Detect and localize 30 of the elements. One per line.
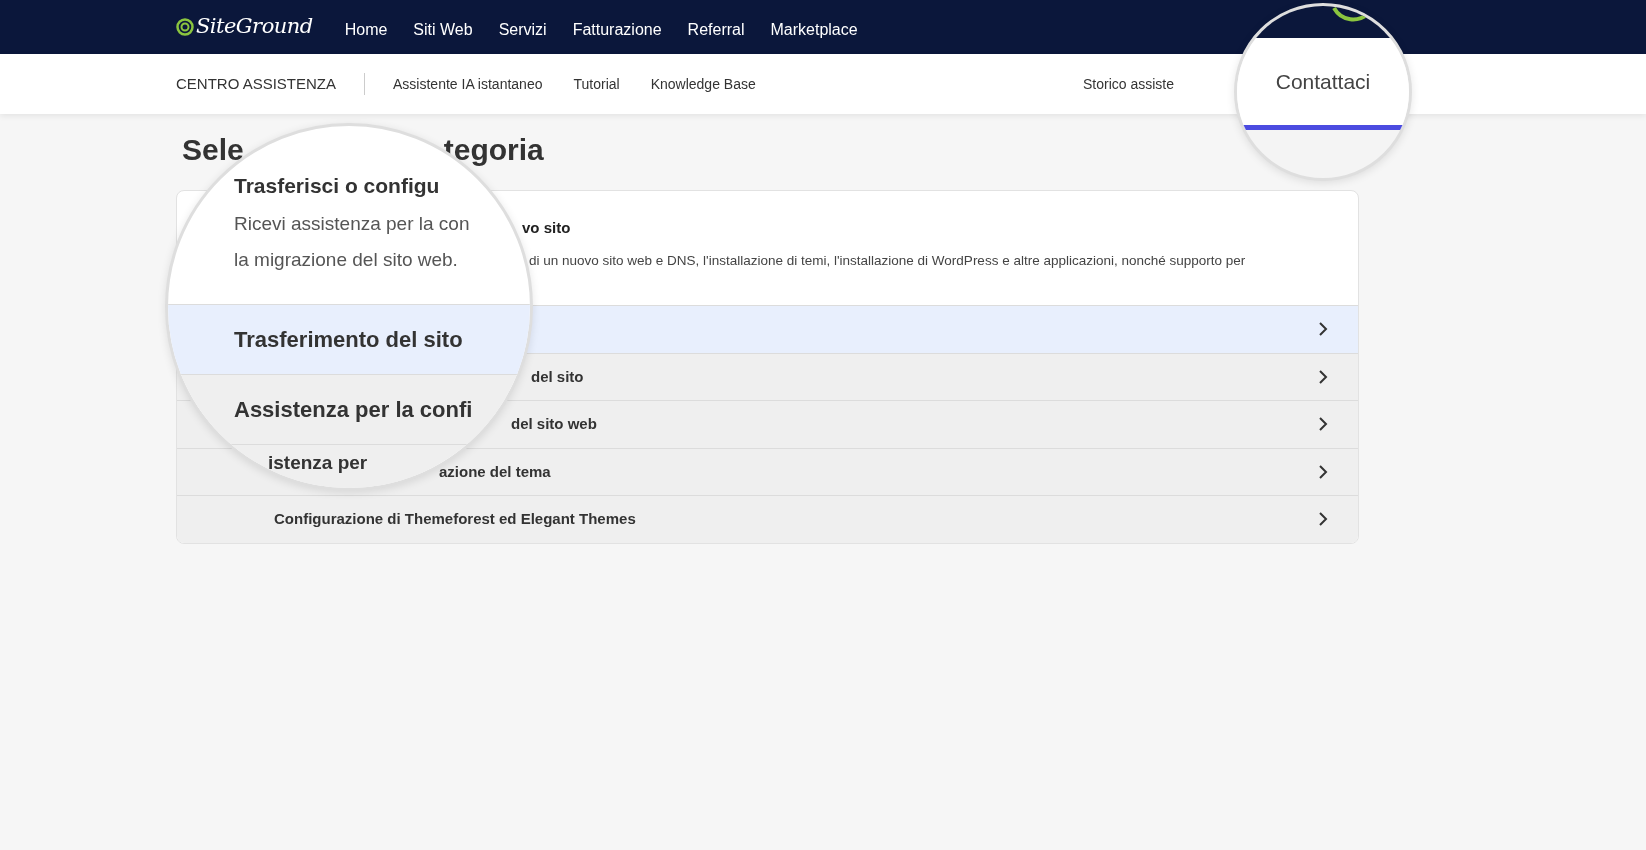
row-label: del sito web: [511, 414, 598, 434]
chevron-right-icon: [1318, 417, 1328, 432]
chevron-right-icon: [1318, 512, 1328, 527]
spiral-logo-icon: [176, 17, 194, 37]
subnav-link[interactable]: Storico assiste: [1082, 73, 1174, 95]
nav-link[interactable]: Marketplace: [770, 18, 858, 42]
zoomed-description-line: Ricevi assistenza per la con: [234, 212, 470, 234]
heading-text: tegoria: [443, 131, 544, 168]
subnav-link[interactable]: Knowledge Base: [650, 73, 756, 95]
subnav-link[interactable]: Assistente IA istantaneo: [393, 73, 543, 95]
zoomed-category-title: Trasferisci o configu: [234, 174, 440, 197]
zoomed-description-line: la migrazione del sito web.: [234, 249, 458, 270]
logo-text[interactable]: SiteGround: [196, 11, 313, 43]
subnav-link[interactable]: Tutorial: [573, 73, 620, 95]
row-label: azione del tema: [439, 461, 552, 482]
nav-link[interactable]: Fatturazione: [572, 18, 662, 42]
category-title: vo sito: [522, 219, 571, 236]
heading-text: Sele: [182, 131, 244, 168]
row-label: Configurazione di Themeforest ed Elegant Themes: [274, 509, 636, 529]
chevron-right-icon: [1318, 464, 1328, 479]
nav-link[interactable]: Servizi: [498, 18, 547, 42]
zoomed-tab[interactable]: Contattaci: [1237, 38, 1409, 130]
category-description: di un nuovo sito web e DNS, l'installazione di temi, l'installazione di WordPress e altre applicazioni, nonché supporto per: [529, 253, 1246, 268]
chevron-right-icon: [1318, 322, 1328, 337]
row-label: del sito: [531, 366, 585, 387]
nav-link[interactable]: Home: [344, 18, 388, 42]
chevron-right-icon: [1318, 369, 1328, 384]
section-title: CENTRO ASSISTENZA: [176, 72, 366, 96]
nav-link[interactable]: Referral: [687, 18, 745, 42]
nav-link[interactable]: Siti Web: [413, 18, 473, 42]
